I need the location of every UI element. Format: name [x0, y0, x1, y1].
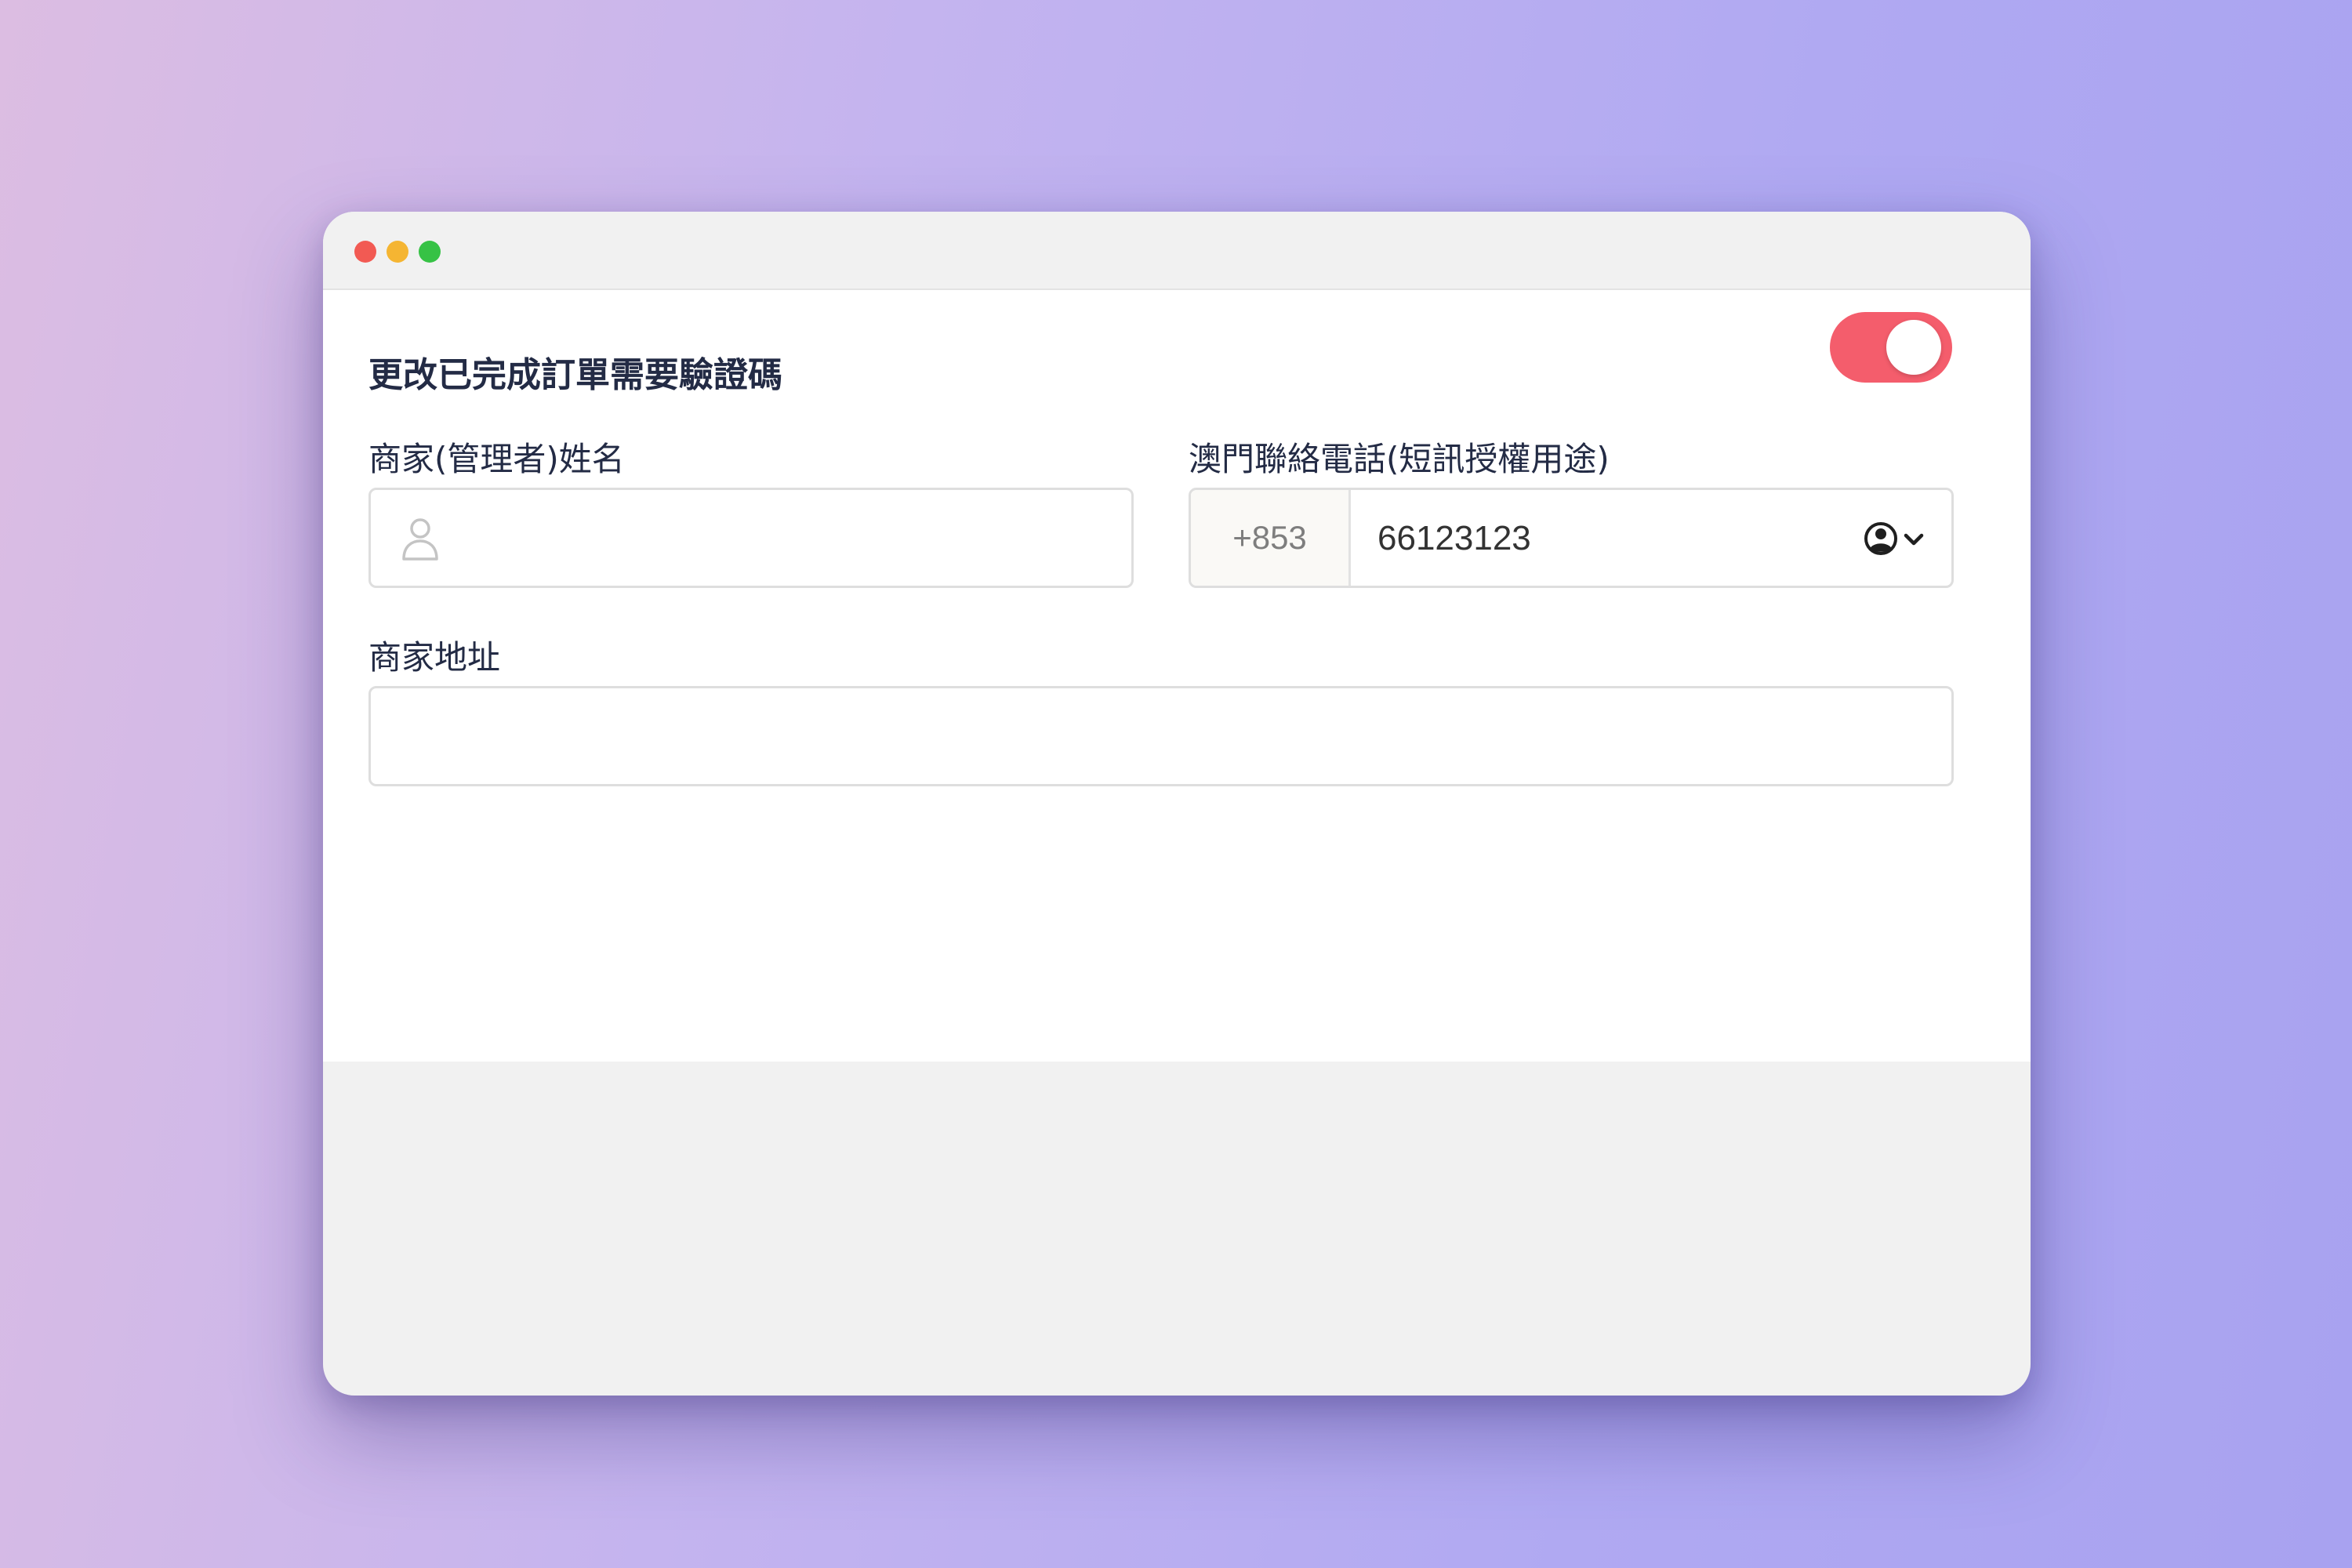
- address-label: 商家地址: [368, 638, 501, 677]
- merchant-name-field[interactable]: [368, 488, 1134, 588]
- zoom-window-button[interactable]: [419, 241, 441, 263]
- phone-label: 澳門聯絡電話(短訊授權用途): [1189, 440, 1610, 478]
- close-window-button[interactable]: [354, 241, 376, 263]
- phone-input[interactable]: [1376, 490, 1818, 587]
- country-code-prefix: +853: [1191, 490, 1351, 586]
- merchant-name-label: 商家(管理者)姓名: [368, 440, 625, 478]
- verification-toggle[interactable]: [1830, 312, 1952, 383]
- address-field[interactable]: [368, 686, 1954, 786]
- person-icon: [402, 518, 438, 561]
- contact-picker-icon[interactable]: [1859, 517, 1929, 561]
- settings-form-panel: 更改已完成訂單需要驗證碼 商家(管理者)姓名 澳門聯絡電話(短訊授權用途) +8…: [323, 290, 2031, 1062]
- merchant-name-input[interactable]: [457, 490, 1119, 587]
- minimize-window-button[interactable]: [387, 241, 408, 263]
- title-bar: [323, 212, 2031, 290]
- app-window: 更改已完成訂單需要驗證碼 商家(管理者)姓名 澳門聯絡電話(短訊授權用途) +8…: [323, 212, 2031, 1396]
- toggle-knob: [1886, 320, 1941, 375]
- address-input[interactable]: [394, 688, 1926, 786]
- verification-setting-label: 更改已完成訂單需要驗證碼: [368, 355, 782, 395]
- phone-field: +853: [1189, 488, 1954, 588]
